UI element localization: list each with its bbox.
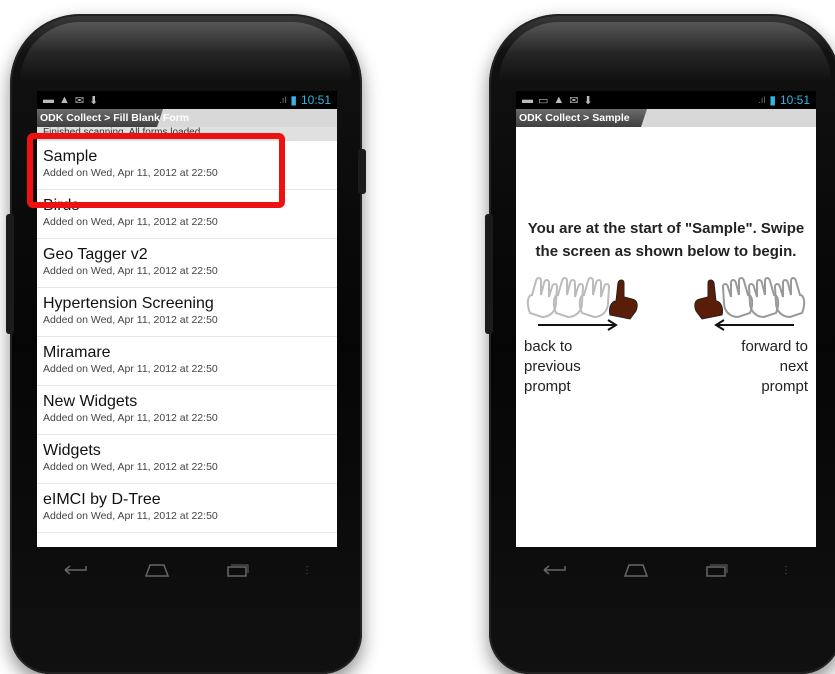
form-name: eIMCI by D-Tree xyxy=(43,491,161,508)
battery-icon: ▮ xyxy=(769,93,776,107)
status-time: 10:51 xyxy=(300,93,331,107)
form-date: Added on Wed, Apr 11, 2012 at 22:50 xyxy=(43,363,218,375)
swipe-forward-hands-icon xyxy=(694,277,806,320)
form-name: Hypertension Screening xyxy=(43,295,214,312)
recent-apps-icon[interactable] xyxy=(701,563,731,577)
warning-icon: ▲ xyxy=(59,94,70,106)
swipe-instructions: You are at the start of "Sample". Swipe … xyxy=(527,220,805,260)
form-date: Added on Wed, Apr 11, 2012 at 22:50 xyxy=(43,412,218,424)
form-list-item[interactable]: Miramare Added on Wed, Apr 11, 2012 at 22… xyxy=(37,337,337,386)
form-list-item[interactable]: Widgets Added on Wed, Apr 11, 2012 at 22:… xyxy=(37,435,337,484)
menu-dots-icon[interactable]: ⋮ xyxy=(781,565,791,576)
back-nav-icon[interactable] xyxy=(62,563,92,577)
recent-apps-icon[interactable] xyxy=(222,563,252,577)
menu-dots-icon[interactable]: ⋮ xyxy=(302,565,312,576)
status-bar: ▬ ▲ ✉ ⬇ .ıl ▮ 10:51 xyxy=(37,91,337,109)
app-title: ODK Collect > Sample xyxy=(519,112,630,124)
swipe-back-hands-icon xyxy=(526,277,638,320)
notification-icon: ▬ xyxy=(522,94,533,106)
volume-button xyxy=(6,214,14,334)
swipe-illustration: back to previous prompt forward to next … xyxy=(516,273,816,395)
volume-button xyxy=(485,214,493,334)
form-name: Geo Tagger v2 xyxy=(43,246,148,263)
form-date: Added on Wed, Apr 11, 2012 at 22:50 xyxy=(43,265,218,277)
back-nav-icon[interactable] xyxy=(541,563,571,577)
form-date: Added on Wed, Apr 11, 2012 at 22:50 xyxy=(43,216,218,228)
battery-icon: ▮ xyxy=(290,93,297,107)
warning-icon: ▲ xyxy=(553,94,565,106)
form-date: Added on Wed, Apr 11, 2012 at 22:50 xyxy=(43,314,218,326)
form-date: Added on Wed, Apr 11, 2012 at 22:50 xyxy=(43,510,218,522)
forward-arrow-icon xyxy=(714,319,794,331)
back-arrow-icon xyxy=(538,319,618,331)
form-date: Added on Wed, Apr 11, 2012 at 22:50 xyxy=(43,461,218,473)
home-nav-icon[interactable] xyxy=(621,563,651,577)
form-list-item[interactable]: Hypertension Screening Added on Wed, Apr … xyxy=(37,288,337,337)
app-title-bar: ODK Collect > Fill Blank Form xyxy=(37,109,337,127)
right-nav-bar: ⋮ xyxy=(516,555,816,585)
notification-icon: ▬ xyxy=(43,94,54,106)
form-name: Miramare xyxy=(43,344,111,361)
mail-icon: ✉ xyxy=(569,94,579,107)
status-time: 10:51 xyxy=(779,93,810,107)
status-bar: ▬ ▭ ▲ ✉ ⬇ .ıl ▮ 10:51 xyxy=(516,91,816,109)
power-button xyxy=(358,149,366,194)
form-list-item[interactable]: eIMCI by D-Tree Added on Wed, Apr 11, 201… xyxy=(37,484,337,533)
left-nav-bar: ⋮ xyxy=(37,555,337,585)
download-icon: ⬇ xyxy=(89,94,99,107)
form-name: Widgets xyxy=(43,442,101,459)
right-screen: ▬ ▭ ▲ ✉ ⬇ .ıl ▮ 10:51 ODK Collect > Samp… xyxy=(516,91,816,547)
form-list-item[interactable]: Geo Tagger v2 Added on Wed, Apr 11, 2012 … xyxy=(37,239,337,288)
app-title-bar: ODK Collect > Sample xyxy=(516,109,816,127)
app-title: ODK Collect > Fill Blank Form xyxy=(40,112,190,124)
signal-icon: .ıl xyxy=(279,95,287,105)
home-nav-icon[interactable] xyxy=(142,563,172,577)
back-label: back to previous prompt xyxy=(524,338,581,395)
highlight-box xyxy=(27,133,285,208)
form-list-item[interactable]: New Widgets Added on Wed, Apr 11, 2012 at… xyxy=(37,386,337,435)
form-name: New Widgets xyxy=(43,393,138,410)
forward-label: forward to next prompt xyxy=(741,338,808,395)
signal-icon: .ıl xyxy=(758,95,766,105)
mail-icon: ✉ xyxy=(74,94,85,107)
image-icon: ▭ xyxy=(538,94,549,107)
download-icon: ⬇ xyxy=(583,94,593,107)
